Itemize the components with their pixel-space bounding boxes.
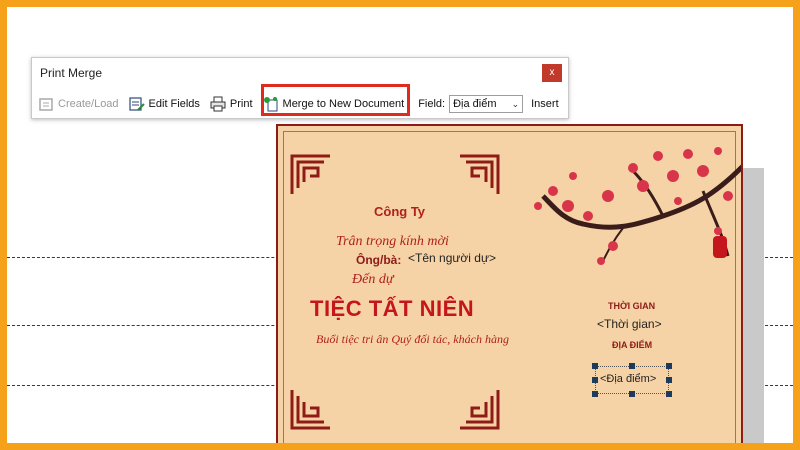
print-merge-dialog: Print Merge x Create/Load Edit Fields Pr… bbox=[31, 57, 569, 119]
place-merge-field[interactable]: <Địa điểm> bbox=[600, 373, 656, 385]
resize-handle[interactable] bbox=[666, 377, 672, 383]
corner-ornament-icon bbox=[460, 154, 500, 194]
close-button[interactable]: x bbox=[542, 64, 562, 82]
resize-handle[interactable] bbox=[666, 391, 672, 397]
merge-new-document-button[interactable]: Merge to New Document bbox=[263, 96, 405, 112]
lantern-icon bbox=[713, 236, 727, 258]
create-load-icon bbox=[39, 98, 53, 111]
guest-label: Ông/bà: bbox=[356, 253, 402, 267]
edit-fields-button[interactable]: Edit Fields bbox=[128, 96, 200, 112]
document-canvas: Công Ty Trân trọng kính mời Ông/bà: <Tên… bbox=[7, 7, 793, 443]
dialog-toolbar: Create/Load Edit Fields Print Merge to N… bbox=[38, 94, 569, 114]
time-label: THỜI GIAN bbox=[608, 301, 656, 311]
resize-handle[interactable] bbox=[629, 363, 635, 369]
merge-new-document-label: Merge to New Document bbox=[282, 98, 405, 110]
invite-text: Trân trọng kính mời bbox=[336, 234, 449, 249]
dialog-title: Print Merge bbox=[40, 66, 103, 80]
create-load-label: Create/Load bbox=[58, 98, 119, 110]
create-load-button[interactable]: Create/Load bbox=[38, 96, 119, 112]
edit-fields-label: Edit Fields bbox=[148, 98, 200, 110]
corner-ornament-icon bbox=[290, 390, 330, 430]
plum-blossom-branch-icon bbox=[534, 147, 741, 265]
print-button[interactable]: Print bbox=[210, 96, 253, 112]
corner-ornament-icon bbox=[290, 154, 330, 194]
edit-fields-icon bbox=[128, 97, 145, 111]
attend-text: Đến dự bbox=[352, 272, 394, 287]
print-label: Print bbox=[229, 98, 253, 110]
place-label: ĐỊA ĐIỂM bbox=[612, 340, 653, 350]
resize-handle[interactable] bbox=[666, 363, 672, 369]
time-merge-field[interactable]: <Thời gian> bbox=[597, 317, 662, 331]
field-select-value: Địa điểm bbox=[453, 98, 497, 110]
insert-button[interactable]: Insert bbox=[531, 98, 559, 110]
company-text: Công Ty bbox=[374, 204, 426, 219]
resize-handle[interactable] bbox=[629, 391, 635, 397]
event-description: Buổi tiệc tri ân Quý đối tác, khách hàng bbox=[316, 332, 509, 346]
printer-icon bbox=[210, 96, 226, 112]
chevron-down-icon: ⌄ bbox=[511, 98, 520, 109]
event-title: TIỆC TẤT NIÊN bbox=[310, 296, 475, 321]
insert-label: Insert bbox=[531, 98, 559, 110]
guest-merge-field[interactable]: <Tên người dự> bbox=[408, 251, 496, 265]
resize-handle[interactable] bbox=[592, 377, 598, 383]
resize-handle[interactable] bbox=[592, 363, 598, 369]
invitation-card[interactable]: Công Ty Trân trọng kính mời Ông/bà: <Tên… bbox=[276, 124, 743, 443]
resize-handle[interactable] bbox=[592, 391, 598, 397]
field-select[interactable]: Địa điểm ⌄ bbox=[449, 95, 524, 113]
merge-document-icon bbox=[263, 97, 278, 112]
corner-ornament-icon bbox=[460, 390, 500, 430]
field-label: Field: bbox=[418, 98, 446, 110]
